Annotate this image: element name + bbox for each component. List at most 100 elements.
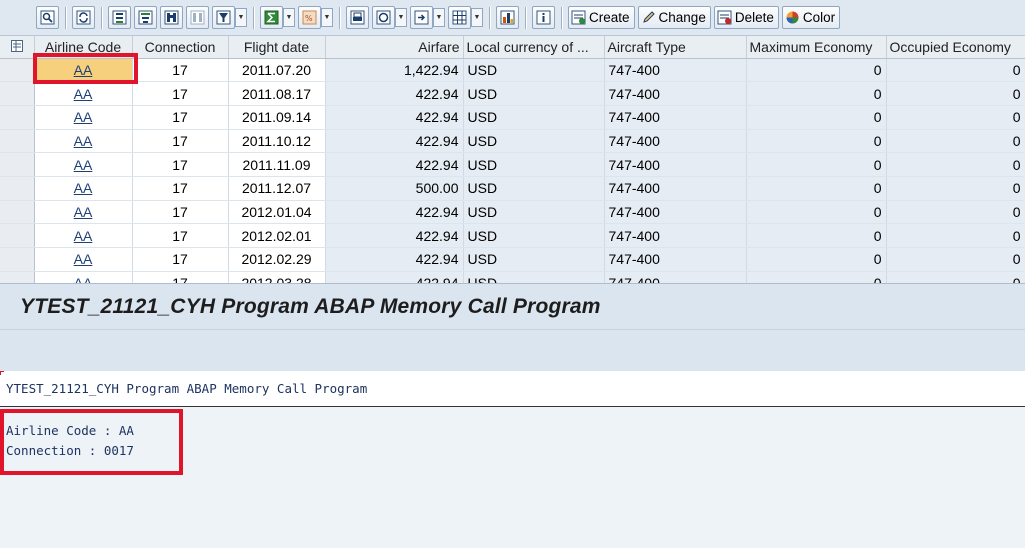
row-selector[interactable] bbox=[0, 200, 35, 225]
col-header-flight-date[interactable]: Flight date bbox=[228, 36, 326, 59]
col-header-airfare[interactable]: Airfare bbox=[325, 36, 464, 59]
col-header-connection[interactable]: Connection bbox=[132, 36, 229, 59]
cell-airline-code[interactable]: AA bbox=[34, 223, 133, 248]
airline-code-link[interactable]: AA bbox=[74, 275, 93, 283]
table-row[interactable]: AA 17 2011.11.09 422.94 USD 747-400 0 0 bbox=[0, 152, 1025, 177]
delete-button[interactable]: Delete bbox=[713, 6, 779, 29]
cell-occupied-economy: 0 bbox=[886, 247, 1025, 272]
subtotal-button[interactable]: % bbox=[298, 6, 321, 29]
sort-descending-button[interactable] bbox=[134, 6, 157, 29]
views-button[interactable] bbox=[372, 6, 395, 29]
binoculars-next-icon bbox=[190, 10, 205, 25]
airline-code-link[interactable]: AA bbox=[74, 109, 93, 125]
airline-code-link[interactable]: AA bbox=[74, 251, 93, 267]
col-header-airline-code[interactable]: Airline Code bbox=[34, 36, 133, 59]
corner-marker bbox=[0, 371, 4, 375]
layout-dropdown[interactable]: ▼ bbox=[471, 8, 483, 27]
row-selector[interactable] bbox=[0, 152, 35, 177]
cell-airfare: 422.94 bbox=[325, 223, 464, 248]
table-row[interactable]: AA 17 2012.02.01 422.94 USD 747-400 0 0 bbox=[0, 223, 1025, 248]
cell-airline-code[interactable]: AA bbox=[34, 105, 133, 130]
find-next-button[interactable] bbox=[186, 6, 209, 29]
row-selector[interactable] bbox=[0, 176, 35, 201]
info-button[interactable] bbox=[532, 6, 555, 29]
table-row[interactable]: AA 17 2012.02.29 422.94 USD 747-400 0 0 bbox=[0, 247, 1025, 272]
row-selector[interactable] bbox=[0, 58, 35, 83]
graphic-button[interactable] bbox=[496, 6, 519, 29]
cell-airline-code[interactable]: AA bbox=[34, 129, 133, 154]
total-dropdown[interactable]: ▼ bbox=[283, 8, 295, 27]
print-button[interactable] bbox=[346, 6, 369, 29]
change-button[interactable]: Change bbox=[637, 6, 711, 29]
cell-airline-code[interactable]: AA bbox=[34, 247, 133, 272]
views-dropdown[interactable]: ▼ bbox=[395, 8, 407, 27]
export-button[interactable] bbox=[410, 6, 433, 29]
magnifier-icon bbox=[40, 10, 55, 25]
table-row[interactable]: AA 17 2011.08.17 422.94 USD 747-400 0 0 bbox=[0, 81, 1025, 106]
cell-airfare: 1,422.94 bbox=[325, 58, 464, 83]
cell-currency: USD bbox=[463, 129, 605, 154]
cell-max-economy: 0 bbox=[746, 58, 887, 83]
table-row[interactable]: AA 17 2011.12.07 500.00 USD 747-400 0 0 bbox=[0, 176, 1025, 201]
find-button[interactable] bbox=[160, 6, 183, 29]
row-selector[interactable] bbox=[0, 271, 35, 283]
table-row[interactable]: AA 17 2012.01.04 422.94 USD 747-400 0 0 bbox=[0, 200, 1025, 225]
airline-code-link[interactable]: AA bbox=[74, 180, 93, 196]
color-button[interactable]: Color bbox=[781, 6, 841, 29]
select-all-cell[interactable] bbox=[0, 36, 35, 59]
table-row[interactable]: AA 17 2011.10.12 422.94 USD 747-400 0 0 bbox=[0, 129, 1025, 154]
airline-code-link[interactable]: AA bbox=[74, 62, 93, 78]
sigma-icon bbox=[264, 10, 279, 25]
details-button[interactable] bbox=[36, 6, 59, 29]
col-header-occupied-economy[interactable]: Occupied Economy bbox=[886, 36, 1025, 59]
table-row[interactable]: AA 17 2011.09.14 422.94 USD 747-400 0 0 bbox=[0, 105, 1025, 130]
airline-code-link[interactable]: AA bbox=[74, 133, 93, 149]
export-dropdown[interactable]: ▼ bbox=[433, 8, 445, 27]
cell-aircraft-type: 747-400 bbox=[604, 152, 747, 177]
airline-code-link[interactable]: AA bbox=[74, 204, 93, 220]
refresh-button[interactable] bbox=[72, 6, 95, 29]
create-button[interactable]: Create bbox=[568, 6, 635, 29]
col-header-currency[interactable]: Local currency of ... bbox=[463, 36, 605, 59]
list-body: Airline Code : AA Connection : 0017 bbox=[6, 421, 134, 461]
subtotal-dropdown[interactable]: ▼ bbox=[321, 8, 333, 27]
cell-airline-code[interactable]: AA bbox=[34, 271, 133, 283]
cell-max-economy: 0 bbox=[746, 152, 887, 177]
col-header-max-economy[interactable]: Maximum Economy bbox=[746, 36, 887, 59]
cell-airfare: 422.94 bbox=[325, 81, 464, 106]
create-label: Create bbox=[589, 10, 630, 25]
toolbar-separator bbox=[489, 6, 491, 29]
cell-airline-code[interactable]: AA bbox=[34, 176, 133, 201]
cell-currency: USD bbox=[463, 200, 605, 225]
flights-table: Airline Code Connection Flight date Airf… bbox=[0, 36, 1025, 283]
col-header-aircraft-type[interactable]: Aircraft Type bbox=[604, 36, 747, 59]
cell-occupied-economy: 0 bbox=[886, 271, 1025, 283]
toolbar-separator bbox=[525, 6, 527, 29]
filter-dropdown[interactable]: ▼ bbox=[235, 8, 247, 27]
cell-airline-code[interactable]: AA bbox=[34, 58, 133, 83]
sort-ascending-button[interactable] bbox=[108, 6, 131, 29]
cell-currency: USD bbox=[463, 105, 605, 130]
cell-airline-code[interactable]: AA bbox=[34, 152, 133, 177]
row-selector[interactable] bbox=[0, 247, 35, 272]
cell-airline-code[interactable]: AA bbox=[34, 81, 133, 106]
table-row[interactable]: AA 17 2011.07.20 1,422.94 USD 747-400 0 0 bbox=[0, 58, 1025, 83]
airline-code-link[interactable]: AA bbox=[74, 157, 93, 173]
views-icon bbox=[376, 10, 391, 25]
table-row[interactable]: AA172012.03.28422.94USD747-40000 bbox=[0, 271, 1025, 283]
info-icon bbox=[536, 10, 551, 25]
layout-button[interactable] bbox=[448, 6, 471, 29]
refresh-icon bbox=[76, 10, 91, 25]
filter-button[interactable] bbox=[212, 6, 235, 29]
program-title: YTEST_21121_CYH Program ABAP Memory Call… bbox=[20, 294, 601, 318]
total-button[interactable] bbox=[260, 6, 283, 29]
airline-code-link[interactable]: AA bbox=[74, 86, 93, 102]
row-selector[interactable] bbox=[0, 129, 35, 154]
row-selector[interactable] bbox=[0, 105, 35, 130]
row-selector[interactable] bbox=[0, 81, 35, 106]
row-selector[interactable] bbox=[0, 223, 35, 248]
sort-descending-icon bbox=[138, 10, 153, 25]
cell-airline-code[interactable]: AA bbox=[34, 200, 133, 225]
color-label: Color bbox=[802, 10, 836, 25]
airline-code-link[interactable]: AA bbox=[74, 228, 93, 244]
